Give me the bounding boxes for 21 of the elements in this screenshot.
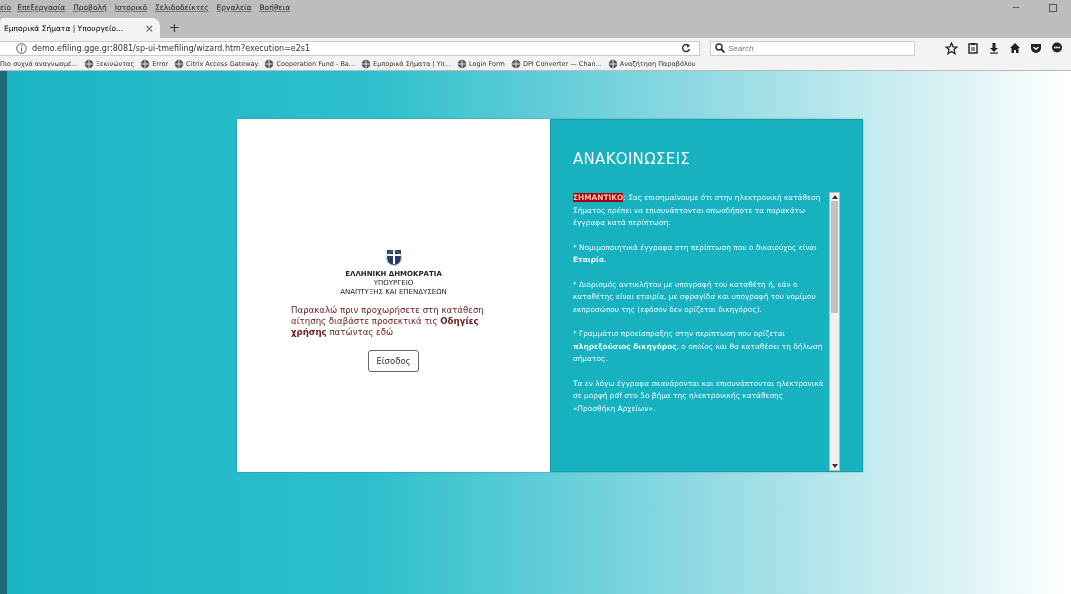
download-icon[interactable] [988,42,1000,54]
new-tab-button[interactable]: + [169,20,180,35]
address-field[interactable]: demo.efiling.gge.gr:8081/sp-ui-tmefiling/wizard.htm?execution=e2s1 [0,40,700,56]
scrollbar[interactable] [829,192,840,471]
scroll-down-icon[interactable] [831,464,838,468]
announcements-title: ΑΝΑΚΟΙΝΩΣΕΙΣ [573,150,691,168]
info-icon [16,42,27,54]
star-icon[interactable] [945,41,958,55]
login-button[interactable]: Είσοδος [368,350,419,372]
chat-icon[interactable] [1051,42,1063,54]
home-icon[interactable] [1009,42,1021,54]
emblem-icon [385,249,402,266]
clipboard-icon[interactable] [967,42,979,54]
restore-icon[interactable] [1049,3,1057,12]
search-icon [715,43,725,53]
close-icon[interactable]: × [144,21,154,35]
instructions-text: Παρακαλώ πριν προχωρήσετε στη κατάθεση αίτησης διαβάστε προσεκτικά τις Οδηγίες χρήσης πατώντας εδώ [291,305,485,338]
scroll-up-icon[interactable] [831,195,838,199]
search-field[interactable]: Search [710,40,915,56]
reload-icon[interactable] [681,43,691,53]
pocket-icon[interactable] [1030,42,1042,54]
